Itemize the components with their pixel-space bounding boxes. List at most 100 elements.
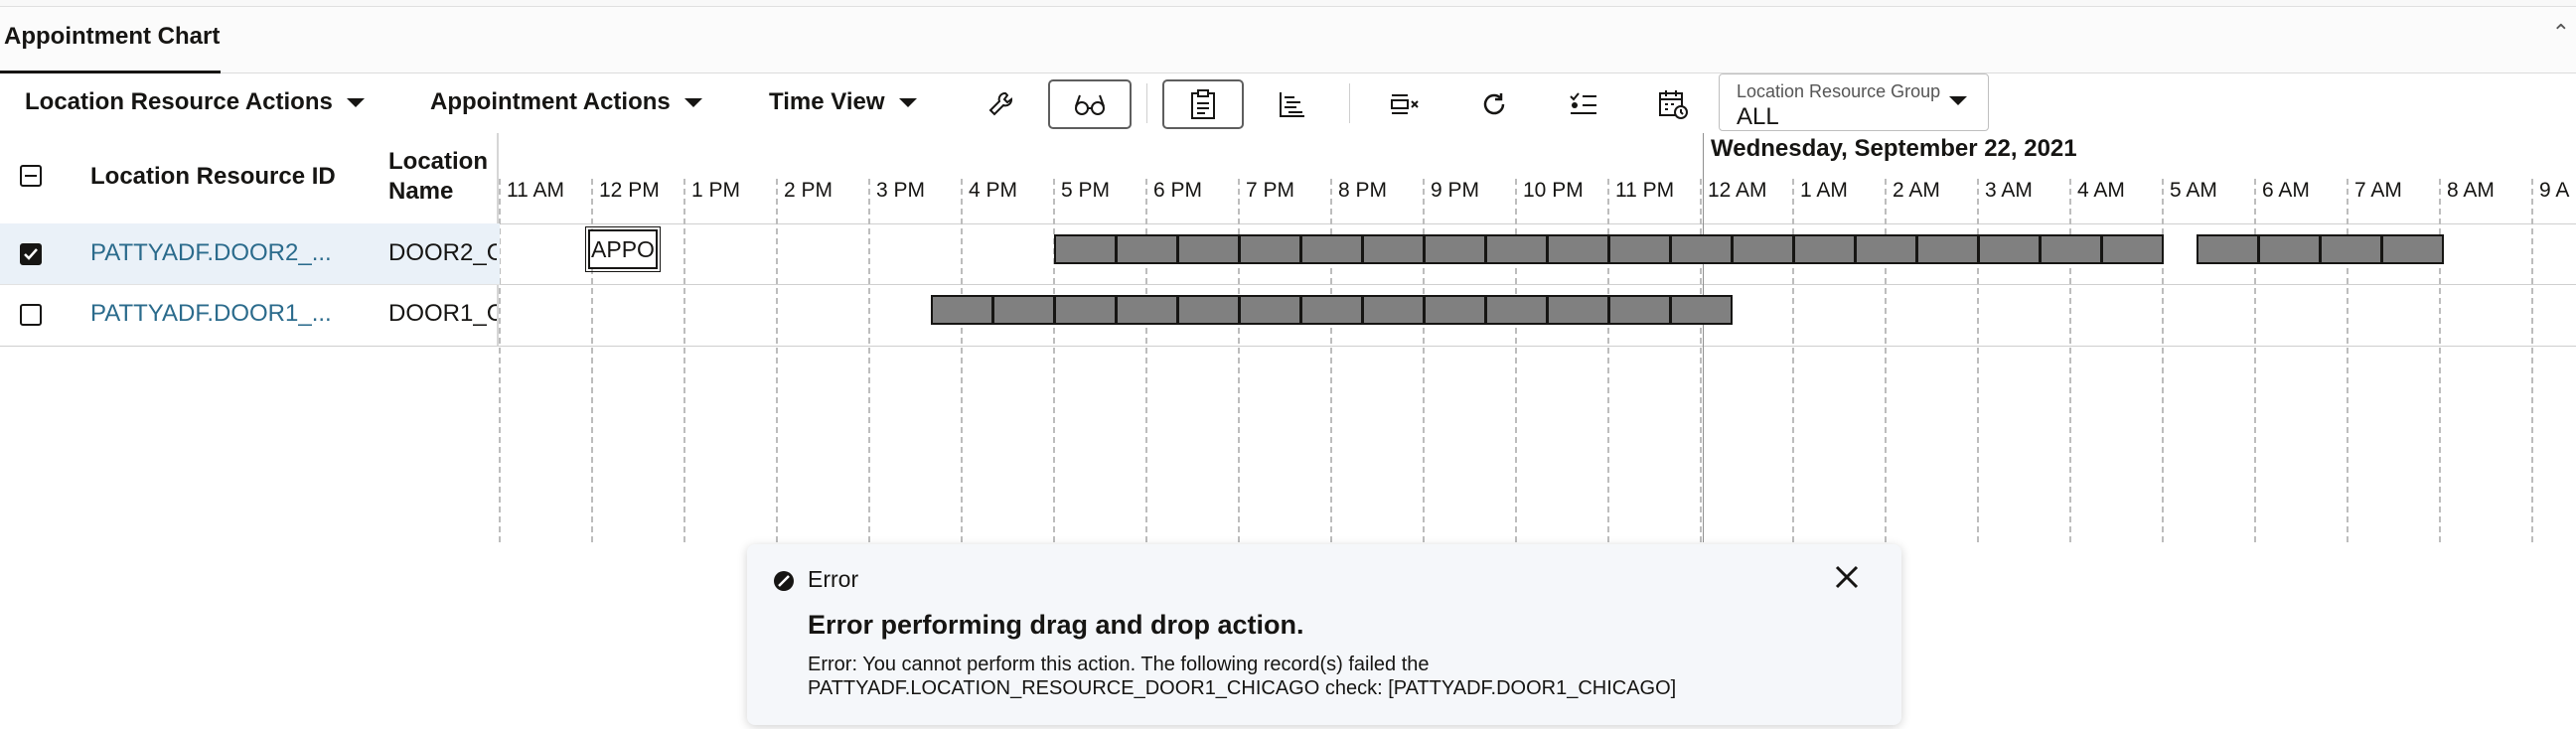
appointment-block[interactable] [1855, 234, 1917, 264]
appointment-block[interactable] [2040, 234, 2102, 264]
timeline-gridline [1330, 179, 1332, 542]
appointment-block[interactable] [1916, 234, 1979, 264]
wrench-icon [988, 92, 1012, 116]
column-header-location-resource-id[interactable]: Location Resource ID [90, 162, 336, 192]
timeline-gridline [1885, 179, 1887, 542]
appointment-block[interactable] [1485, 234, 1548, 264]
appointment-block[interactable] [2197, 234, 2259, 264]
location-resource-id-link[interactable]: PATTYADF.DOOR2_... [90, 239, 332, 267]
appointment-block[interactable] [1547, 295, 1609, 325]
tab-appointment-chart[interactable]: Appointment Chart [0, 7, 224, 73]
select-all-checkbox[interactable] [20, 165, 42, 187]
appointment-block[interactable] [1362, 295, 1425, 325]
location-name-cell: DOOR1_C [388, 300, 497, 327]
timeline-tick-label: 8 AM [2447, 179, 2495, 202]
dragged-appointment[interactable]: APPO [585, 226, 661, 272]
appointment-block[interactable] [1670, 234, 1733, 264]
row-divider [0, 346, 2576, 347]
location-resource-actions-menu[interactable]: Location Resource Actions [25, 87, 365, 117]
timeline-tick-label: 10 PM [1523, 179, 1584, 202]
checklist-button[interactable] [1555, 79, 1612, 129]
error-toast: Error Error performing drag and drop act… [747, 544, 1901, 725]
appointment-block[interactable] [1424, 234, 1486, 264]
appointment-block[interactable] [1054, 295, 1117, 325]
appointment-block[interactable] [1485, 295, 1548, 325]
timeline-gridline [1423, 179, 1425, 542]
appointment-list-icon [1191, 89, 1215, 119]
timeline-gridline [1792, 179, 1794, 542]
toolbar-divider [1349, 83, 1350, 123]
appointment-block[interactable] [2381, 234, 2444, 264]
timeline-gridline [1053, 179, 1055, 542]
row-checkbox[interactable] [20, 243, 42, 265]
clear-rows-button[interactable] [1376, 79, 1434, 129]
timeline-gridline [2439, 179, 2441, 542]
appointment-block[interactable] [2258, 234, 2321, 264]
row-checkbox[interactable] [20, 304, 42, 326]
appointment-block[interactable] [1054, 234, 1117, 264]
appointment-block[interactable] [1177, 234, 1240, 264]
timeline-tick-label: 2 PM [784, 179, 833, 202]
appointment-block[interactable] [992, 295, 1055, 325]
appointment-block[interactable] [1239, 234, 1301, 264]
error-icon [773, 570, 795, 597]
appointment-block[interactable] [1608, 295, 1671, 325]
appointment-block[interactable] [1177, 295, 1240, 325]
appointment-block[interactable] [1670, 295, 1733, 325]
timeline-gridline [2531, 179, 2533, 542]
appointment-block[interactable] [1978, 234, 2041, 264]
checkmark-icon [24, 248, 38, 260]
appointment-actions-menu[interactable]: Appointment Actions [430, 87, 702, 117]
chevron-down-icon[interactable] [1949, 96, 1967, 105]
timeline-tick-label: 9 PM [1431, 179, 1480, 202]
calendar-clock-icon [1659, 90, 1688, 119]
appointment-block[interactable] [1608, 234, 1671, 264]
close-icon[interactable] [1834, 564, 1860, 595]
chevron-down-icon [683, 97, 702, 107]
timeline-tick-label: 5 PM [1061, 179, 1111, 202]
location-resource-id-link[interactable]: PATTYADF.DOOR1_... [90, 300, 332, 328]
timeline-gridline [1238, 179, 1240, 542]
timeline-tick-label: 6 PM [1153, 179, 1203, 202]
appointment-block[interactable] [1362, 234, 1425, 264]
minus-icon [25, 175, 37, 177]
column-header-location-name[interactable]: Location Name [388, 147, 498, 207]
toast-message-line-2: PATTYADF.LOCATION_RESOURCE_DOOR1_CHICAGO… [808, 677, 1677, 699]
refresh-button[interactable] [1465, 79, 1523, 129]
appointment-block[interactable] [1300, 234, 1363, 264]
appointment-block[interactable] [1547, 234, 1609, 264]
appointment-block[interactable] [1424, 295, 1486, 325]
timeline-gridline [2347, 179, 2349, 542]
menu-label: Location Resource Actions [25, 88, 333, 115]
appointment-view-button[interactable] [1162, 79, 1244, 129]
timeline-tick-label: 2 AM [1893, 179, 1940, 202]
appointment-block[interactable] [1239, 295, 1301, 325]
time-view-menu[interactable]: Time View [769, 87, 917, 117]
timeline-tick-label: 1 PM [691, 179, 741, 202]
appointment-block[interactable] [1300, 295, 1363, 325]
settings-button[interactable] [972, 79, 1029, 129]
appointment-block[interactable] [1116, 234, 1178, 264]
gantt-icon [1280, 92, 1304, 117]
timeline-tick-label: 3 PM [876, 179, 926, 202]
timeline-tick-label: 8 PM [1338, 179, 1388, 202]
timeline-tick-label: 5 AM [2170, 179, 2217, 202]
appointment-block[interactable] [931, 295, 993, 325]
collapse-icon[interactable]: ⌃ [2552, 20, 2570, 46]
day-boundary-line [1703, 133, 1704, 542]
appointment-block[interactable] [2320, 234, 2382, 264]
appointment-block[interactable] [1793, 234, 1856, 264]
timeline-gridline [1977, 179, 1979, 542]
gantt-view-button[interactable] [1264, 79, 1321, 129]
timeline-tick-label: 12 AM [1708, 179, 1767, 202]
appointment-block[interactable] [2101, 234, 2164, 264]
select-label: Location Resource Group [1737, 81, 1941, 101]
appointment-block[interactable] [1732, 234, 1794, 264]
appointment-block[interactable] [1116, 295, 1178, 325]
select-value: ALL [1737, 103, 1779, 130]
timeline-gridline [2254, 179, 2256, 542]
schedule-button[interactable] [1644, 79, 1702, 129]
timeline-tick-label: 11 AM [507, 179, 564, 202]
view-mode-button[interactable] [1048, 79, 1132, 129]
timeline-tick-label: 7 PM [1246, 179, 1295, 202]
